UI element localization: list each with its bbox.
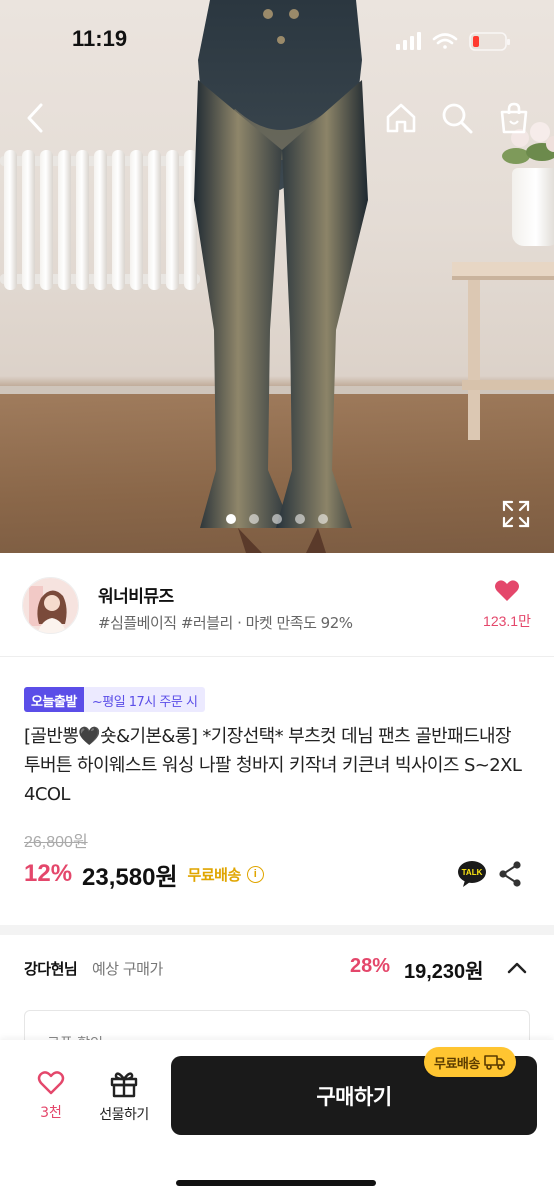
shop-tags: #심플베이직 #러블리 · 마켓 만족도 92%: [98, 614, 353, 632]
shopping-bag-icon: [500, 102, 528, 134]
home-indicator: [176, 1180, 376, 1186]
status-bar: 11:19: [0, 0, 554, 80]
truck-icon: [484, 1055, 505, 1070]
product-title: [골반뽕🖤숏&기본&롱] *기장선택* 부츠컷 데님 팬츠 골반패드내장 투버튼…: [24, 726, 522, 805]
chevron-left-icon: [27, 103, 43, 133]
status-time: 11:19: [72, 26, 128, 51]
shop-name[interactable]: 워너비뮤즈: [98, 582, 174, 607]
wifi-icon: [432, 33, 458, 49]
shop-like-count: 123.1만: [483, 613, 531, 629]
chevron-up-icon[interactable]: [506, 957, 528, 979]
shop-avatar[interactable]: [22, 577, 79, 634]
search-button[interactable]: [432, 92, 482, 144]
member-price-row[interactable]: 강다현님 예상 구매가 28% 19,230원: [24, 955, 530, 983]
home-icon: [386, 103, 416, 133]
share-icon[interactable]: [498, 860, 522, 888]
product-image-gallery[interactable]: [0, 0, 554, 553]
free-shipping-label: 무료배송: [187, 865, 242, 884]
search-icon: [442, 103, 473, 134]
top-nav: [0, 92, 554, 146]
price-row: 12% 23,580원 무료배송 i: [24, 857, 264, 891]
order-deadline-badge: ~평일 17시 주문 시: [83, 687, 206, 712]
product-like-count: 3천: [40, 1105, 62, 1121]
section-divider: [0, 925, 554, 935]
free-shipping-pill-label: 무료배송: [434, 1056, 480, 1072]
signal-icon: [396, 32, 421, 50]
heart-filled-icon: [495, 580, 519, 601]
info-icon[interactable]: i: [246, 865, 264, 883]
free-shipping-pill: 무료배송: [424, 1047, 516, 1077]
gallery-dot[interactable]: [226, 514, 236, 524]
jeans-photo: [194, 0, 368, 553]
cart-button[interactable]: [489, 92, 539, 144]
today-shipping-badge: 오늘출발: [24, 687, 84, 712]
back-button[interactable]: [10, 92, 60, 144]
original-price: 26,800원: [24, 834, 88, 851]
member-name: 강다현님: [24, 960, 78, 978]
product-like-button[interactable]: 3천: [26, 1070, 76, 1126]
gallery-dot[interactable]: [272, 514, 282, 524]
member-discount-rate: 28%: [350, 955, 391, 977]
expand-icon[interactable]: [500, 498, 532, 530]
discount-rate: 12%: [24, 860, 73, 887]
bottom-action-bar: 3천 선물하기 구매하기 무료배송: [0, 1040, 554, 1200]
member-price-label: 예상 구매가: [92, 960, 163, 978]
gift-icon: [110, 1072, 138, 1098]
sale-price: 23,580원: [82, 863, 178, 891]
shop-header[interactable]: 워너비뮤즈 #심플베이직 #러블리 · 마켓 만족도 92% 123.1만: [0, 553, 554, 657]
delivery-badges: 오늘출발 ~평일 17시 주문 시: [24, 687, 206, 712]
gallery-dot[interactable]: [318, 514, 328, 524]
shop-like-button[interactable]: 123.1만: [472, 579, 542, 631]
gallery-dot[interactable]: [249, 514, 259, 524]
gift-label: 선물하기: [99, 1107, 149, 1123]
home-button[interactable]: [376, 92, 426, 144]
svg-text:TALK: TALK: [462, 868, 483, 877]
status-icons: [396, 32, 510, 51]
gallery-dot[interactable]: [295, 514, 305, 524]
gallery-pagination: [0, 514, 554, 528]
gift-button[interactable]: 선물하기: [88, 1070, 160, 1126]
kakao-talk-icon[interactable]: TALK: [457, 860, 487, 888]
heart-outline-icon: [37, 1071, 65, 1095]
member-expected-price: 19,230원: [404, 961, 484, 983]
battery-icon: [469, 32, 510, 51]
